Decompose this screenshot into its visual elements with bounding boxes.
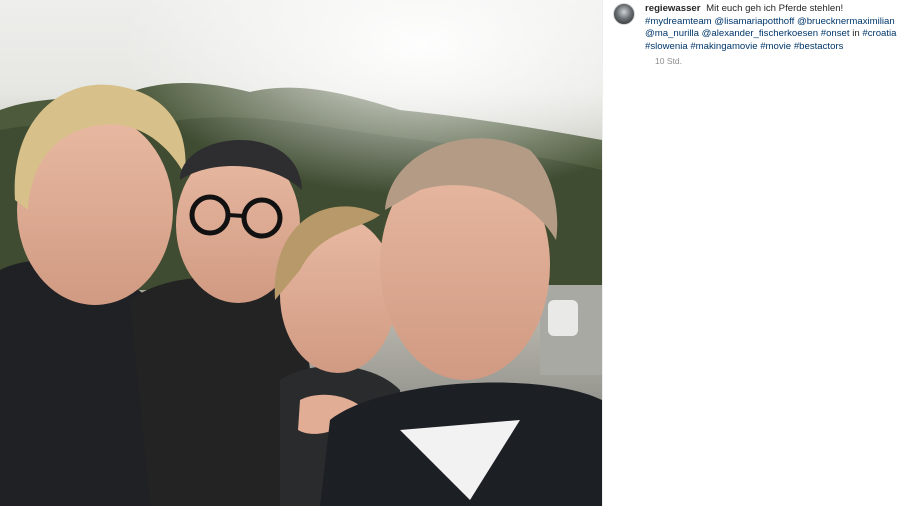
caption-tag-link[interactable]: #slowenia [645,41,688,52]
caption-tag-link[interactable]: #movie [760,41,791,52]
caption-tag-link[interactable]: @lisamariapotthoff [714,16,794,27]
post-photo[interactable] [0,0,602,506]
profile-avatar-icon[interactable] [613,3,635,25]
post-timestamp[interactable]: 10 Std. [655,56,682,66]
post-sidebar: regiewasser Mit euch geh ich Pferde steh… [603,0,900,506]
caption-tag-link[interactable]: @bruecknermaximilian [797,16,895,27]
caption-tag-link[interactable]: @ma_nurilla [645,28,699,39]
caption-tag-link[interactable]: #onset [821,28,850,39]
caption-tag-link[interactable]: #croatia [862,28,896,39]
caption-tag-link[interactable]: @alexander_fischerkoesen [702,28,818,39]
caption-tag-link[interactable]: #makingamovie [690,41,757,52]
caption-text-segment: Mit euch geh ich Pferde stehlen! [706,3,844,14]
username-link[interactable]: regiewasser [645,3,700,14]
selfie-illustration [0,0,602,506]
post-caption: regiewasser Mit euch geh ich Pferde steh… [645,3,900,53]
caption-text-segment: in [852,28,860,40]
caption-tag-link[interactable]: #bestactors [794,41,844,52]
caption-tag-link[interactable]: #mydreamteam [645,16,712,27]
